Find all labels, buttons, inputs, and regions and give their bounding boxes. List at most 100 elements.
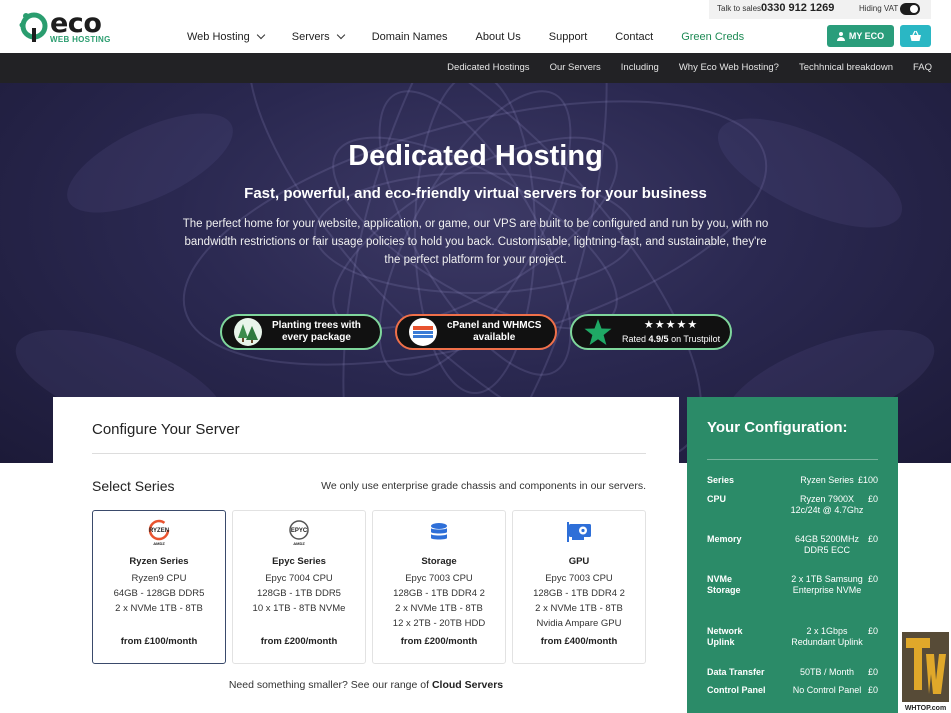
card-spec: 2 x NVMe 1TB - 8TB: [535, 603, 623, 614]
vat-label: Hiding VAT: [859, 4, 899, 13]
card-spec: 10 x 1TB - 8TB NVMe: [252, 603, 346, 614]
config-value: Ryzen 7900X 12c/24t @ 4.7Ghz: [790, 494, 864, 515]
card-spec: 2 x NVMe 1TB - 8TB: [115, 603, 203, 614]
smaller-text: Need something smaller? See our range of: [228, 679, 432, 691]
enterprise-note: We only use enterprise grade chassis and…: [321, 480, 646, 492]
card-price: from £200/month: [260, 636, 338, 647]
user-icon: [836, 31, 845, 41]
series-card-gpu[interactable]: GPU Epyc 7003 CPU 128GB - 1TB DDR4 2 2 x…: [512, 510, 646, 664]
trees-line-1: Planting trees with: [272, 320, 361, 331]
config-price: £100: [857, 475, 878, 485]
hero-description: The perfect home for your website, appli…: [182, 218, 769, 266]
select-series-label: Select Series: [92, 478, 175, 494]
card-spec: Epyc 7003 CPU: [405, 573, 473, 584]
my-eco-button[interactable]: MY ECO: [827, 25, 894, 47]
nav-support[interactable]: Support: [549, 29, 588, 45]
card-spec: Epyc 7003 CPU: [545, 573, 613, 584]
nav-contact[interactable]: Contact: [615, 29, 653, 45]
rating-suffix: on Trustpilot: [668, 334, 721, 344]
section-nav: Dedicated Hostings Our Servers Including…: [0, 53, 951, 83]
config-value: 50TB / Month: [799, 667, 855, 677]
card-spec: 128GB - 1TB DDR4 2: [533, 588, 625, 599]
cloud-servers-link[interactable]: Cloud Servers: [432, 679, 503, 691]
config-value: 2 x 1Gbps Redundant Uplink: [791, 626, 863, 647]
trees-icon: [234, 318, 262, 346]
card-title: Ryzen Series: [129, 556, 189, 567]
rating-value: 4.9/5: [648, 334, 669, 344]
nav-domain-names[interactable]: Domain Names: [372, 29, 448, 45]
card-title: GPU: [568, 556, 590, 567]
series-card-epyc[interactable]: EPYC AMDZ Epyc Series Epyc 7004 CPU 128G…: [232, 510, 366, 664]
trustpilot-star-icon: [584, 319, 612, 345]
eco-logo[interactable]: eco WEB HOSTING: [19, 8, 114, 44]
epyc-logo-icon: EPYC AMDZ: [289, 520, 309, 546]
divider: [707, 459, 878, 460]
config-value: 64GB 5200MHz DDR5 ECC: [794, 534, 860, 555]
card-title: Storage: [421, 556, 457, 567]
basket-button[interactable]: [900, 25, 931, 47]
cpanel-line-1: cPanel and WHMCS: [447, 320, 542, 331]
section-links: Dedicated Hostings Our Servers Including…: [427, 62, 932, 73]
section-link-technical[interactable]: Techhnical breakdown: [799, 62, 893, 73]
ryzen-logo-icon: RYZEN AMDZ: [148, 519, 170, 546]
card-spec: 64GB - 128GB DDR5: [113, 588, 205, 599]
utility-bar: Talk to sales 0330 912 1269 Hiding VAT: [709, 0, 931, 19]
series-card-storage[interactable]: Storage Epyc 7003 CPU 128GB - 1TB DDR4 2…: [372, 510, 506, 664]
card-spec: 12 x 2TB - 20TB HDD: [392, 618, 486, 629]
card-spec: 128GB - 1TB DDR5: [257, 588, 341, 599]
series-card-ryzen[interactable]: RYZEN AMDZ Ryzen Series Ryzen9 CPU 64GB …: [92, 510, 226, 664]
sales-label: Talk to sales: [717, 4, 762, 13]
section-link-including[interactable]: Including: [621, 62, 659, 73]
config-key: CPU: [707, 494, 727, 504]
card-spec: 128GB - 1TB DDR4 2: [393, 588, 485, 599]
config-key: Series: [707, 475, 735, 485]
trees-line-2: every package: [281, 332, 351, 343]
my-eco-label: MY ECO: [848, 31, 885, 41]
database-icon: [431, 523, 447, 540]
nav-web-hosting[interactable]: Web Hosting: [187, 29, 266, 45]
nav-servers[interactable]: Servers: [291, 29, 345, 45]
card-price: from £200/month: [400, 636, 478, 647]
rating-stars: ★★★★★: [643, 319, 699, 331]
card-spec: 2 x NVMe 1TB - 8TB: [395, 603, 483, 614]
config-value: No Control Panel: [792, 685, 862, 695]
config-price: £0: [867, 494, 878, 504]
top-bar: eco WEB HOSTING Talk to sales 0330 912 1…: [0, 0, 951, 53]
rating-line: Rated 4.9/5 on Trustpilot: [622, 333, 720, 345]
config-price: £0: [867, 534, 878, 544]
card-price: from £100/month: [120, 636, 198, 647]
cloud-servers-prompt: Need something smaller? See our range of…: [53, 679, 679, 691]
section-link-dedicated[interactable]: Dedicated Hostings: [447, 62, 529, 73]
config-value: Ryzen Series: [800, 475, 854, 485]
nav-label: Servers: [291, 31, 330, 43]
divider: [92, 453, 646, 454]
gpu-icon: [567, 522, 591, 542]
card-price: from £400/month: [540, 636, 618, 647]
vat-toggle[interactable]: [900, 3, 920, 15]
trees-badge[interactable]: Planting trees with every package: [220, 314, 382, 350]
watermark-text: WHTOP.com: [905, 705, 946, 712]
config-price: £0: [867, 626, 878, 636]
trustpilot-badge[interactable]: ★★★★★ Rated 4.9/5 on Trustpilot: [570, 314, 732, 350]
config-price: £0: [867, 667, 878, 677]
card-spec: Epyc 7004 CPU: [265, 573, 333, 584]
nav-label: Web Hosting: [187, 31, 250, 43]
nav-about-us[interactable]: About Us: [476, 29, 521, 45]
section-link-servers[interactable]: Our Servers: [550, 62, 601, 73]
cpanel-badge[interactable]: cPanel and WHMCS available: [395, 314, 557, 350]
your-configuration-title: Your Configuration:: [707, 419, 848, 436]
card-title: Epyc Series: [272, 556, 326, 567]
config-key: Network Uplink: [707, 626, 743, 647]
section-link-why[interactable]: Why Eco Web Hosting?: [679, 62, 779, 73]
config-key: Memory: [707, 534, 742, 544]
trees-text: Planting trees with every package: [272, 320, 361, 344]
section-link-faq[interactable]: FAQ: [913, 62, 932, 73]
page-title: Dedicated Hosting: [348, 140, 603, 172]
main-nav: Web Hosting Servers Domain Names About U…: [187, 29, 772, 45]
nav-green-creds[interactable]: Green Creds: [681, 29, 744, 45]
sales-phone[interactable]: 0330 912 1269: [761, 2, 834, 14]
toggle-knob: [910, 5, 918, 13]
epyc-logo-subtext: AMDZ: [293, 541, 305, 546]
config-price: £0: [867, 574, 878, 584]
your-configuration-panel: Your Configuration: Series Ryzen Series …: [687, 397, 898, 713]
